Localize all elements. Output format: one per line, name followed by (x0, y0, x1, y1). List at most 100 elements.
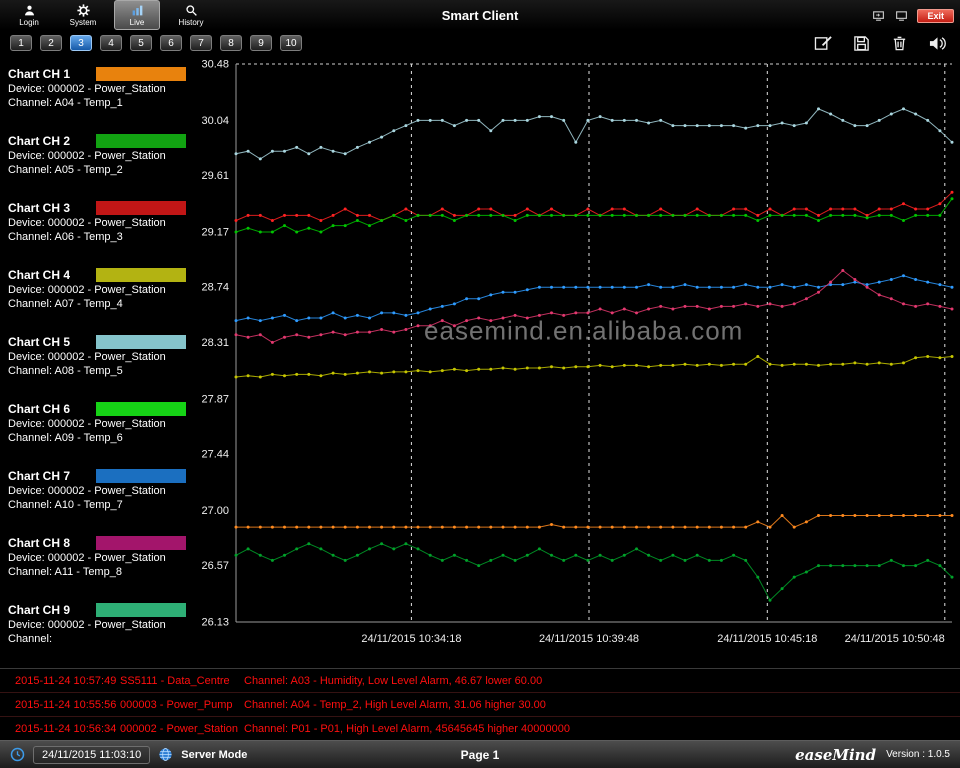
alarm-row-1[interactable]: 2015-11-24 10:57:49 SS5111 - Data_Centre… (0, 669, 960, 693)
svg-text:26.13: 26.13 (201, 617, 229, 629)
channel-name: Channel: A09 - Temp_6 (8, 432, 192, 444)
alarm-row-2[interactable]: 2015-11-24 10:55:56 000003 - Power_Pump … (0, 693, 960, 717)
page-button-3[interactable]: 3 (70, 35, 92, 51)
channel-name: Channel: (8, 633, 192, 645)
status-right: easeMind Version : 1.0.5 (795, 746, 950, 764)
svg-text:24/11/2015 10:34:18: 24/11/2015 10:34:18 (361, 633, 461, 645)
channel-title: Chart CH 4 (8, 268, 96, 282)
svg-text:29.61: 29.61 (201, 170, 229, 182)
exit-button[interactable]: Exit (917, 9, 954, 23)
page-button-8[interactable]: 8 (220, 35, 242, 51)
page-button-6[interactable]: 6 (160, 35, 182, 51)
screen-switch-icon[interactable] (871, 9, 886, 22)
channel-title: Chart CH 8 (8, 536, 96, 550)
page-button-9[interactable]: 9 (250, 35, 272, 51)
alarm-time: 2015-11-24 10:56:34 (0, 723, 120, 735)
channel-color-swatch (96, 134, 186, 148)
svg-text:27.44: 27.44 (201, 449, 229, 461)
channel-item-7[interactable]: Chart CH 7 Device: 000002 - Power_Statio… (8, 464, 192, 531)
channel-device: Device: 000002 - Power_Station (8, 217, 192, 229)
svg-text:30.48: 30.48 (201, 59, 229, 71)
chart-toolbar (810, 33, 950, 53)
channel-title: Chart CH 2 (8, 134, 96, 148)
channel-item-2[interactable]: Chart CH 2 Device: 000002 - Power_Statio… (8, 129, 192, 196)
page-button-2[interactable]: 2 (40, 35, 62, 51)
channel-color-swatch (96, 603, 186, 617)
channel-item-6[interactable]: Chart CH 6 Device: 000002 - Power_Statio… (8, 397, 192, 464)
channel-device: Device: 000002 - Power_Station (8, 284, 192, 296)
svg-text:24/11/2015 10:45:18: 24/11/2015 10:45:18 (717, 633, 817, 645)
status-left: 24/11/2015 11:03:10 Server Mode (10, 746, 247, 764)
main-nav: Login System (6, 0, 214, 30)
chart-panel: 26.1326.5727.0027.4427.8728.3128.7429.17… (192, 56, 960, 668)
nav-system[interactable]: System (60, 0, 106, 30)
alarm-time: 2015-11-24 10:57:49 (0, 675, 120, 687)
page-button-1[interactable]: 1 (10, 35, 32, 51)
gear-icon (77, 4, 90, 17)
nav-login[interactable]: Login (6, 0, 52, 30)
channel-name: Channel: A08 - Temp_5 (8, 365, 192, 377)
version-label: Version : 1.0.5 (886, 749, 950, 760)
nav-login-label: Login (19, 18, 39, 27)
channel-color-swatch (96, 402, 186, 416)
save-button[interactable] (848, 33, 874, 53)
page-button-5[interactable]: 5 (130, 35, 152, 51)
channel-color-swatch (96, 335, 186, 349)
svg-text:24/11/2015 10:39:48: 24/11/2015 10:39:48 (539, 633, 639, 645)
channel-device: Device: 000002 - Power_Station (8, 418, 192, 430)
channel-color-swatch (96, 268, 186, 282)
channel-item-5[interactable]: Chart CH 5 Device: 000002 - Power_Statio… (8, 330, 192, 397)
channel-name: Channel: A04 - Temp_1 (8, 97, 192, 109)
svg-text:27.87: 27.87 (201, 393, 229, 405)
alarm-row-3[interactable]: 2015-11-24 10:56:34 000002 - Power_Stati… (0, 717, 960, 741)
window-controls: Exit (871, 7, 954, 23)
channel-title: Chart CH 5 (8, 335, 96, 349)
page-button-7[interactable]: 7 (190, 35, 212, 51)
svg-text:30.04: 30.04 (201, 115, 229, 127)
channel-item-9[interactable]: Chart CH 9 Device: 000002 - Power_Statio… (8, 598, 192, 665)
svg-text:24/11/2015 10:50:48: 24/11/2015 10:50:48 (845, 633, 945, 645)
status-bar: 24/11/2015 11:03:10 Server Mode Page 1 e… (0, 740, 960, 768)
channel-item-8[interactable]: Chart CH 8 Device: 000002 - Power_Statio… (8, 531, 192, 598)
alarm-list: 2015-11-24 10:57:49 SS5111 - Data_Centre… (0, 668, 960, 740)
channel-device: Device: 000002 - Power_Station (8, 150, 192, 162)
svg-text:28.74: 28.74 (201, 282, 229, 294)
channel-device: Device: 000002 - Power_Station (8, 552, 192, 564)
alarm-device: SS5111 - Data_Centre (120, 675, 244, 687)
channel-title: Chart CH 3 (8, 201, 96, 215)
channel-color-swatch (96, 536, 186, 550)
server-globe-icon (158, 747, 173, 762)
audio-button[interactable] (924, 33, 950, 53)
nav-history-label: History (179, 18, 204, 27)
svg-text:27.00: 27.00 (201, 505, 229, 517)
display-icon[interactable] (894, 9, 909, 22)
delete-button[interactable] (886, 33, 912, 53)
channel-item-4[interactable]: Chart CH 4 Device: 000002 - Power_Statio… (8, 263, 192, 330)
channel-name: Channel: A10 - Temp_7 (8, 499, 192, 511)
live-chart-icon (131, 4, 144, 17)
svg-text:29.17: 29.17 (201, 227, 229, 239)
clock-icon (10, 747, 25, 762)
channel-device: Device: 000002 - Power_Station (8, 619, 192, 631)
channel-name: Channel: A06 - Temp_3 (8, 231, 192, 243)
alarm-message: Channel: A04 - Temp_2, High Level Alarm,… (244, 699, 960, 711)
nav-live[interactable]: Live (114, 0, 160, 30)
live-trend-chart[interactable]: 26.1326.5727.0027.4427.8728.3128.7429.17… (192, 56, 960, 668)
alarm-time: 2015-11-24 10:55:56 (0, 699, 120, 711)
alarm-device: 000002 - Power_Station (120, 723, 244, 735)
history-search-icon (185, 4, 198, 17)
channel-title: Chart CH 9 (8, 603, 96, 617)
edit-pencil-icon (814, 35, 833, 52)
channel-item-3[interactable]: Chart CH 3 Device: 000002 - Power_Statio… (8, 196, 192, 263)
edit-button[interactable] (810, 33, 836, 53)
channel-device: Device: 000002 - Power_Station (8, 351, 192, 363)
page-button-10[interactable]: 10 (280, 35, 302, 51)
channel-item-1[interactable]: Chart CH 1 Device: 000002 - Power_Statio… (8, 62, 192, 129)
channel-color-swatch (96, 201, 186, 215)
alarm-message: Channel: P01 - P01, High Level Alarm, 45… (244, 723, 960, 735)
nav-history[interactable]: History (168, 0, 214, 30)
top-bar: Login System (0, 0, 960, 30)
smart-client-window: Login System (0, 0, 960, 768)
main-area: Chart CH 1 Device: 000002 - Power_Statio… (0, 56, 960, 668)
page-button-4[interactable]: 4 (100, 35, 122, 51)
